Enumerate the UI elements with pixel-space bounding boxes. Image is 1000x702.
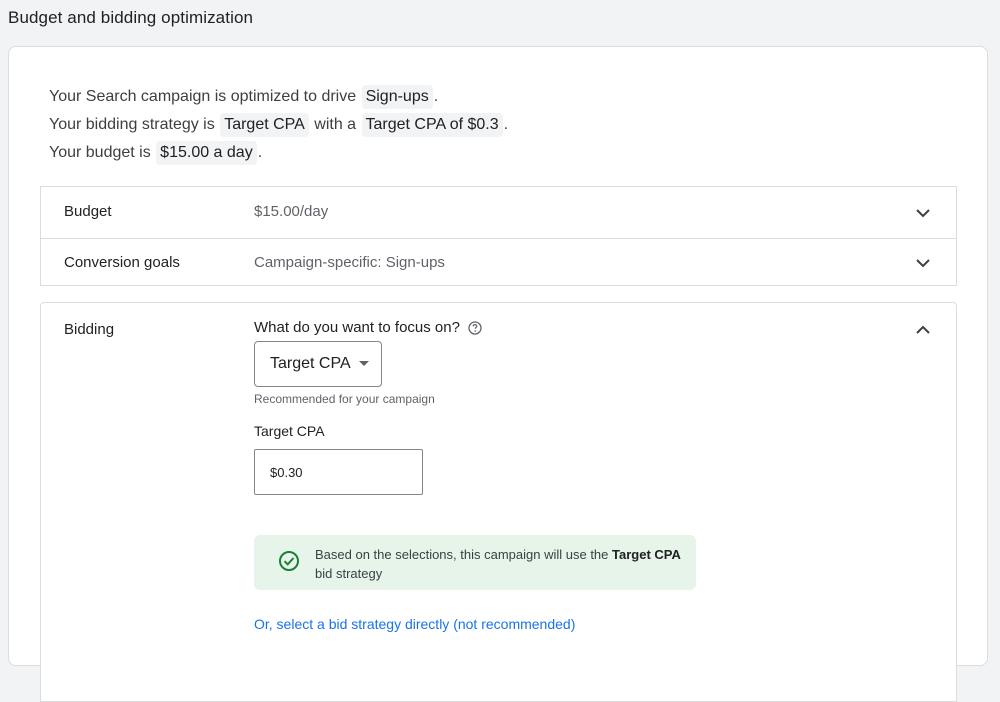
notice-strategy: Target CPA [612,547,681,562]
notice-text: Based on the selections, this campaign w… [315,547,609,562]
campaign-summary: Your Search campaign is optimized to dri… [49,83,508,167]
summary-text: . [433,88,439,105]
summary-text: . [503,116,509,133]
help-icon[interactable] [468,320,482,335]
summary-text: Your Search campaign is optimized to dri… [49,88,357,105]
recommended-hint: Recommended for your campaign [254,392,435,406]
focus-select[interactable]: Target CPA [254,341,382,387]
summary-line-budget: Your budget is $15.00 a day. [49,139,508,167]
summary-text: Your budget is [49,144,151,161]
summary-text: Your bidding strategy is [49,116,215,133]
select-strategy-directly-link[interactable]: Or, select a bid strategy directly (not … [254,616,575,632]
strategy-chip: Target CPA [220,113,309,137]
target-cpa-label: Target CPA [254,423,325,439]
bidding-section: Bidding What do you want to focus on? Ta… [40,302,957,702]
goal-chip: Sign-ups [361,85,433,109]
summary-text: . [257,144,263,161]
settings-rows: Budget $15.00/day Conversion goals Campa… [40,186,957,286]
budget-value: $15.00/day [254,203,329,220]
conversion-goals-label: Conversion goals [64,254,180,271]
conversion-goals-row[interactable]: Conversion goals Campaign-specific: Sign… [41,239,956,285]
conversion-goals-value: Campaign-specific: Sign-ups [254,254,445,271]
summary-line-goal: Your Search campaign is optimized to dri… [49,83,508,111]
notice-message: Based on the selections, this campaign w… [315,545,685,583]
target-cpa-input[interactable]: $0.30 [254,449,423,495]
budget-chip: $15.00 a day [156,141,257,165]
chevron-down-icon[interactable] [914,204,932,222]
budget-row[interactable]: Budget $15.00/day [41,187,956,239]
target-cpa-value: $0.30 [270,464,303,480]
bidding-label: Bidding [64,321,115,338]
page-title: Budget and bidding optimization [8,8,254,27]
dropdown-arrow-icon [358,361,369,366]
focus-question: What do you want to focus on? [254,319,482,336]
chevron-up-icon[interactable] [914,321,932,339]
summary-line-strategy: Your bidding strategy is Target CPA with… [49,111,508,139]
focus-select-value: Target CPA [270,355,351,372]
budget-label: Budget [64,203,112,220]
focus-question-text: What do you want to focus on? [254,319,460,336]
strategy-notice: Based on the selections, this campaign w… [254,535,696,590]
notice-text-suffix: bid strategy [315,566,383,581]
target-cpa-chip: Target CPA of $0.3 [361,113,503,137]
summary-text: with a [314,116,357,133]
optimization-card: Your Search campaign is optimized to dri… [8,46,988,702]
chevron-down-icon[interactable] [914,254,932,272]
check-circle-icon [279,551,299,571]
